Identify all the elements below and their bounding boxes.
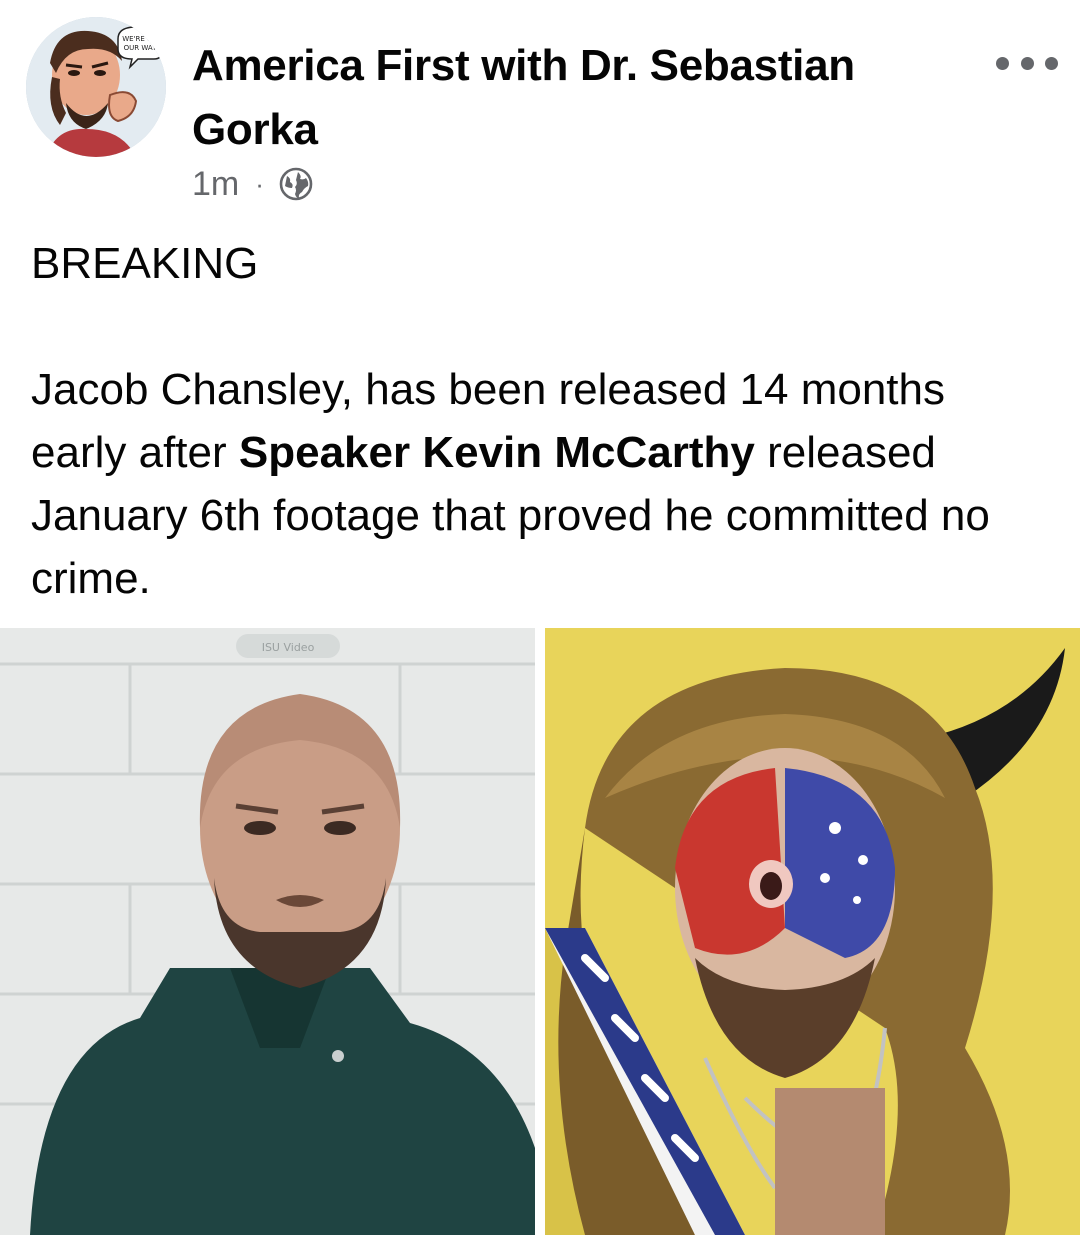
post-meta: 1m ·: [192, 162, 314, 206]
post-timestamp[interactable]: 1m: [192, 165, 239, 204]
post-headline: BREAKING: [31, 239, 259, 288]
post-body-bold[interactable]: Speaker Kevin McCarthy: [239, 428, 755, 477]
page-name[interactable]: America First with Dr. Sebastian Gorka: [192, 34, 912, 162]
post-header: WE'RE ON OUR WAY America First with Dr. …: [0, 0, 1080, 215]
page-avatar[interactable]: WE'RE ON OUR WAY: [26, 17, 166, 157]
post-text: BREAKING Jacob Chansley, has been releas…: [31, 232, 1041, 610]
avatar-illustration: WE'RE ON OUR WAY: [26, 17, 166, 157]
photo-video-call[interactable]: ISU Video: [0, 628, 535, 1235]
video-watermark: ISU Video: [262, 641, 315, 654]
photo-face-paint-fur-hat[interactable]: [545, 628, 1080, 1235]
more-dot: [996, 56, 1009, 70]
svg-text:WE'RE ON: WE'RE ON: [122, 35, 158, 43]
post-body: Jacob Chansley, has been released 14 mon…: [31, 358, 1041, 610]
more-options-icon[interactable]: [996, 48, 1058, 78]
more-dot: [1045, 56, 1058, 70]
more-dot: [1020, 56, 1034, 70]
meta-separator: ·: [255, 168, 264, 199]
globe-icon[interactable]: [278, 166, 314, 202]
svg-text:OUR WAY: OUR WAY: [124, 44, 158, 52]
